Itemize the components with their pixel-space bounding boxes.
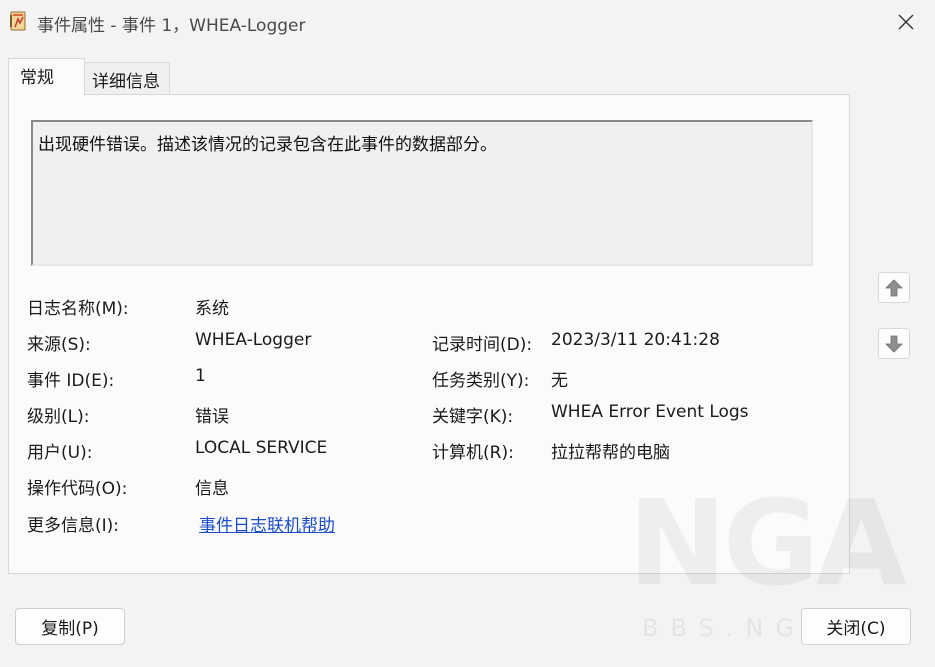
- description-box[interactable]: 出现硬件错误。描述该情况的记录包含在此事件的数据部分。: [31, 120, 813, 266]
- logged-label: 记录时间(D):: [432, 335, 533, 355]
- close-button[interactable]: 关闭(C): [801, 608, 911, 645]
- user-value: LOCAL SERVICE: [195, 438, 328, 458]
- arrow-down-icon: [885, 335, 903, 353]
- tab-details[interactable]: 详细信息: [84, 62, 170, 94]
- opcode-value: 信息: [195, 479, 229, 499]
- more-info-label: 更多信息(I):: [27, 516, 120, 536]
- user-label: 用户(U):: [27, 443, 93, 463]
- logged-value: 2023/3/11 20:41:28: [551, 330, 720, 350]
- log-name-label: 日志名称(M):: [27, 299, 129, 319]
- computer-value: 拉拉帮帮的电脑: [551, 443, 670, 463]
- keywords-label: 关键字(K):: [432, 407, 514, 427]
- task-category-label: 任务类别(Y):: [432, 371, 530, 391]
- event-id-value: 1: [195, 366, 206, 386]
- keywords-value: WHEA Error Event Logs: [551, 402, 749, 422]
- general-panel: 出现硬件错误。描述该情况的记录包含在此事件的数据部分。 日志名称(M): 系统 …: [8, 94, 850, 574]
- tab-general[interactable]: 常规: [8, 58, 85, 96]
- close-icon: [898, 14, 914, 30]
- copy-button[interactable]: 复制(P): [15, 608, 125, 645]
- computer-label: 计算机(R):: [432, 443, 514, 463]
- level-value: 错误: [195, 407, 229, 427]
- window-title: 事件属性 - 事件 1，WHEA-Logger: [37, 16, 306, 36]
- close-window-button[interactable]: [889, 6, 923, 38]
- tab-general-label: 常规: [20, 68, 54, 88]
- task-category-value: 无: [551, 371, 568, 391]
- log-name-value: 系统: [195, 299, 229, 319]
- level-label: 级别(L):: [27, 407, 90, 427]
- opcode-label: 操作代码(O):: [27, 479, 128, 499]
- event-id-label: 事件 ID(E):: [27, 371, 115, 391]
- tab-details-label: 详细信息: [92, 72, 160, 92]
- event-viewer-icon: [10, 11, 26, 31]
- source-value: WHEA-Logger: [195, 330, 312, 350]
- online-help-link[interactable]: 事件日志联机帮助: [199, 511, 335, 536]
- arrow-up-icon: [885, 278, 903, 296]
- previous-event-button[interactable]: [878, 272, 910, 303]
- next-event-button[interactable]: [878, 328, 910, 359]
- description-text: 出现硬件错误。描述该情况的记录包含在此事件的数据部分。: [38, 135, 497, 155]
- title-bar: 事件属性 - 事件 1，WHEA-Logger: [0, 0, 935, 44]
- source-label: 来源(S):: [27, 335, 91, 355]
